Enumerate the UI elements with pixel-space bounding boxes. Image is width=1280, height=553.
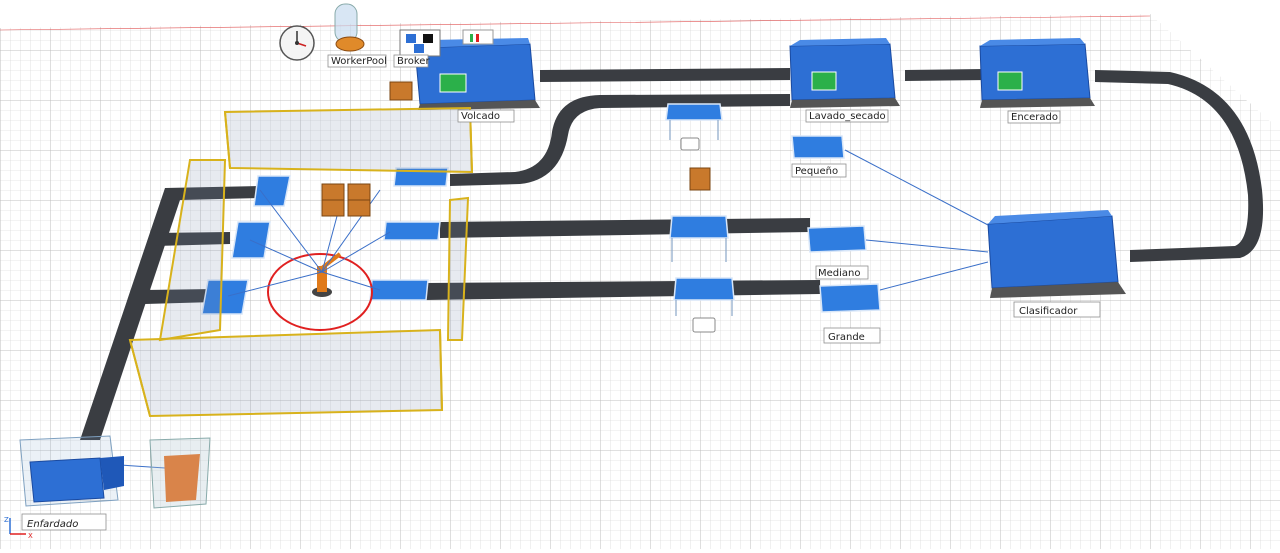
enfardado-label: Enfardado bbox=[27, 519, 78, 530]
table-top-center bbox=[665, 103, 723, 121]
clock-icon[interactable] bbox=[279, 25, 315, 61]
conveyor-volcado-lavado bbox=[540, 68, 790, 82]
machine-lavado-secado[interactable] bbox=[789, 38, 900, 108]
simulation-canvas[interactable]: WorkerPool Broker Volcado Lavado_secado … bbox=[0, 0, 1280, 549]
machine-encerado[interactable] bbox=[979, 38, 1095, 108]
table-mid-center bbox=[669, 215, 729, 239]
broker-label: Broker bbox=[397, 56, 430, 67]
axis-z-label: Z bbox=[4, 516, 9, 524]
pallet-output bbox=[149, 437, 211, 509]
machine-clasificador[interactable] bbox=[987, 210, 1126, 298]
encerado-label: Encerado bbox=[1011, 112, 1058, 123]
axis-x-label: X bbox=[28, 532, 33, 540]
broker-icon[interactable] bbox=[399, 29, 441, 57]
table-grande bbox=[819, 283, 881, 313]
lavado-secado-label: Lavado_secado bbox=[809, 111, 886, 122]
workerpool-label: WorkerPool bbox=[331, 56, 387, 67]
table-pequeno bbox=[791, 135, 845, 159]
table-low-center bbox=[673, 277, 735, 301]
factory-layout-3d[interactable]: WorkerPool Broker Volcado Lavado_secado … bbox=[0, 0, 1280, 549]
clasificador-label: Clasificador bbox=[1019, 306, 1078, 317]
machine-enfardado[interactable] bbox=[19, 435, 124, 507]
grande-label: Grande bbox=[828, 332, 865, 343]
table-mediano bbox=[807, 225, 867, 253]
pequeno-label: Pequeño bbox=[795, 166, 838, 177]
chart-icon[interactable] bbox=[462, 29, 494, 45]
mediano-label: Mediano bbox=[818, 268, 861, 279]
volcado-label: Volcado bbox=[461, 111, 500, 122]
